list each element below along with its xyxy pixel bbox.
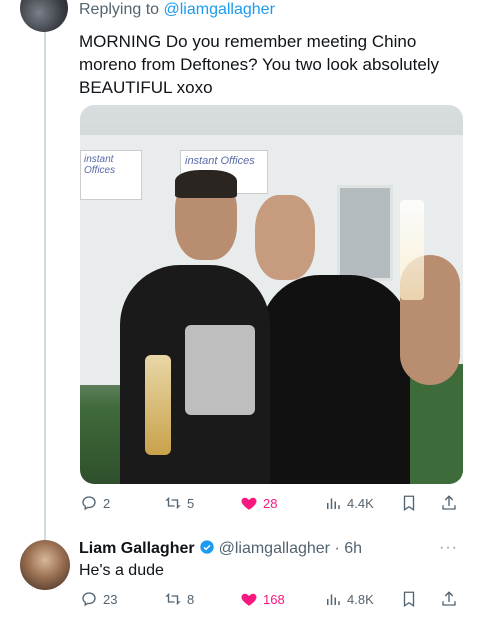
photo-beer-bottle <box>145 355 171 455</box>
reply-button[interactable]: 23 <box>80 590 117 608</box>
tweet-actions: 2 5 28 4.4K <box>80 494 468 518</box>
author-handle[interactable]: @liamgallagher <box>219 540 330 557</box>
bookmark-icon <box>403 495 415 512</box>
views-button[interactable]: 4.4K <box>324 494 374 512</box>
views-icon <box>327 498 340 509</box>
bookmark-button[interactable] <box>400 590 418 608</box>
share-icon <box>442 591 456 606</box>
more-icon[interactable]: ··· <box>439 539 458 557</box>
tweet-time[interactable]: · 6h <box>334 540 362 557</box>
tweet-text: He's a dude <box>79 562 164 579</box>
tweet-text: MORNING Do you remember meeting Chino mo… <box>79 32 440 97</box>
reply-icon <box>82 592 96 607</box>
views-icon <box>327 594 340 605</box>
share-button[interactable] <box>440 590 458 608</box>
bookmark-button[interactable] <box>400 494 418 512</box>
author-name[interactable]: Liam Gallagher <box>79 540 195 557</box>
reply-count: 2 <box>103 495 111 511</box>
heart-icon <box>241 497 257 510</box>
photo-person-left-hair <box>175 170 237 198</box>
repost-icon <box>165 593 181 605</box>
repost-count: 8 <box>187 591 195 607</box>
photo-window <box>337 185 393 281</box>
share-icon <box>442 495 456 510</box>
views-count: 4.4K <box>347 495 374 511</box>
like-button[interactable]: 28 <box>240 494 277 512</box>
thread-line <box>44 32 46 540</box>
replying-handle-link[interactable]: @liamgallagher <box>164 1 275 18</box>
tweet-photo[interactable]: instant Offices instant Offices <box>80 105 463 484</box>
repost-icon <box>165 497 181 509</box>
avatar[interactable] <box>20 0 68 32</box>
reply-icon <box>82 496 96 511</box>
photo-wine-glass <box>400 200 424 300</box>
share-button[interactable] <box>440 494 458 512</box>
views-button[interactable]: 4.8K <box>324 590 374 608</box>
like-count: 168 <box>263 591 285 607</box>
photo-sign-left: instant Offices <box>80 150 142 200</box>
like-button[interactable]: 168 <box>240 590 285 608</box>
repost-count: 5 <box>187 495 195 511</box>
heart-icon <box>241 593 257 606</box>
replying-prefix: Replying to <box>79 1 164 18</box>
photo-shirt-print <box>185 325 255 415</box>
avatar[interactable] <box>20 540 70 590</box>
replying-to: Replying to @liamgallagher <box>79 1 275 19</box>
repost-button[interactable]: 5 <box>164 494 194 512</box>
like-count: 28 <box>263 495 278 511</box>
repost-button[interactable]: 8 <box>164 590 194 608</box>
views-count: 4.8K <box>347 591 374 607</box>
photo-person-right-head <box>255 195 315 280</box>
reply-button[interactable]: 2 <box>80 494 110 512</box>
verified-icon <box>199 540 214 554</box>
bookmark-icon <box>403 591 415 608</box>
reply-count: 23 <box>103 591 118 607</box>
photo-person-right-body <box>260 275 410 484</box>
tweet-actions: 23 8 168 4.8K <box>80 590 468 614</box>
tweet-header: Liam Gallagher @liamgallagher · 6h <box>79 539 362 558</box>
